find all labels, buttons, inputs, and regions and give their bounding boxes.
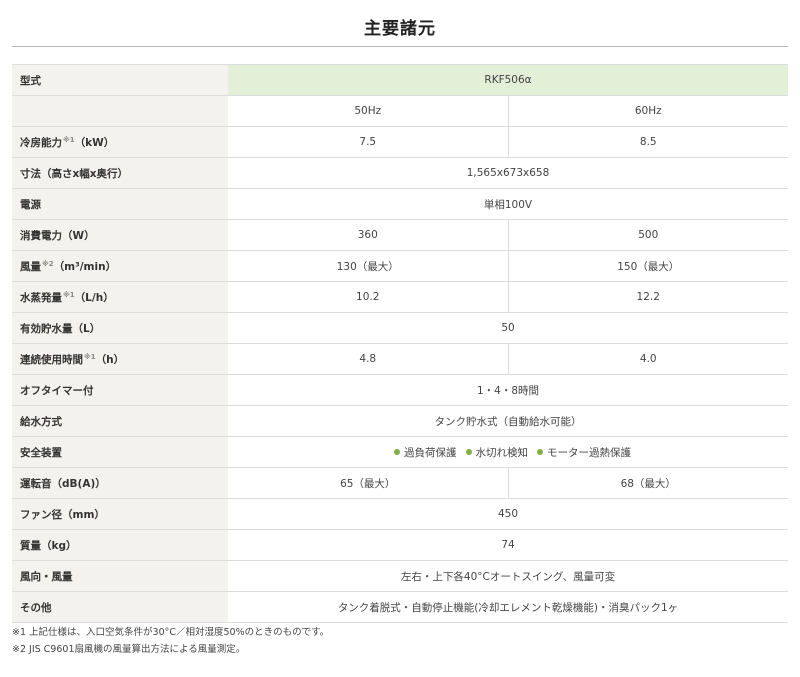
value-50hz: 65（最大） <box>228 467 509 499</box>
value-50hz: 7.5 <box>228 126 509 158</box>
table-row: 電源 単相100V <box>12 188 788 220</box>
value-60hz: 150（最大） <box>508 250 788 282</box>
table-row: ファン径（mm） 450 <box>12 498 788 530</box>
table-row: 質量（kg） 74 <box>12 529 788 561</box>
footnote-1: ※1 上記仕様は、入口空気条件が30°C／相対湿度50%のときのものです。 <box>12 627 330 638</box>
row-label: その他 <box>12 591 228 623</box>
row-label: 安全装置 <box>12 436 228 468</box>
row-label: 型式 <box>12 64 228 96</box>
table-row: 水蒸発量※1（L/h） 10.2 12.2 <box>12 281 788 313</box>
table-row-frequency: 50Hz 60Hz <box>12 95 788 127</box>
row-label: 給水方式 <box>12 405 228 437</box>
row-value: 450 <box>228 498 788 530</box>
bullet-icon <box>465 449 472 455</box>
row-label: 冷房能力※1（kW） <box>12 126 228 158</box>
table-row: 消費電力（W） 360 500 <box>12 219 788 251</box>
safety-item: モーター過熱保護 <box>547 446 631 459</box>
row-label: 寸法（高さx幅x奥行） <box>12 157 228 189</box>
row-label: 運転音（dB(A)） <box>12 467 228 499</box>
table-row: その他 タンク着脱式・自動停止機能(冷却エレメント乾燥機能)・消臭パック1ヶ <box>12 591 788 623</box>
model-name: RKF506α <box>228 64 788 96</box>
table-row: 風向・風量 左右・上下各40°Cオートスイング、風量可変 <box>12 560 788 592</box>
table-row: 有効貯水量（L） 50 <box>12 312 788 344</box>
row-value: 1・4・8時間 <box>228 374 788 406</box>
row-value: 単相100V <box>228 188 788 220</box>
bullet-icon <box>394 449 400 455</box>
footnotes: ※1 上記仕様は、入口空気条件が30°C／相対湿度50%のときのものです。 ※2… <box>12 624 329 658</box>
row-label-empty <box>12 95 228 127</box>
safety-item: 水切れ検知 <box>475 446 529 459</box>
value-50hz: 4.8 <box>228 343 509 375</box>
value-50hz: 130（最大） <box>228 250 509 282</box>
row-label: 質量（kg） <box>12 529 228 561</box>
freq-60hz: 60Hz <box>508 95 788 127</box>
value-60hz: 12.2 <box>508 281 788 313</box>
value-60hz: 500 <box>508 219 788 251</box>
table-row: オフタイマー付 1・4・8時間 <box>12 374 788 406</box>
footnote-marker: ※1 <box>63 290 75 299</box>
row-label: 連続使用時間※1（h） <box>12 343 228 375</box>
row-value: 1,565x673x658 <box>228 157 788 189</box>
safety-item: 過負荷保護 <box>404 446 457 459</box>
footnote-marker: ※1 <box>63 135 75 144</box>
spec-table: 型式 RKF506α 50Hz 60Hz 冷房能力※1（kW） 7.5 8.5 寸法（… <box>12 64 788 623</box>
bullet-icon <box>537 449 543 455</box>
footnote-marker: ※2 <box>42 259 54 268</box>
row-value: タンク着脱式・自動停止機能(冷却エレメント乾燥機能)・消臭パック1ヶ <box>228 591 788 623</box>
page-title: 主要諸元 <box>364 19 436 39</box>
row-label: 有効貯水量（L） <box>12 312 228 344</box>
freq-50hz: 50Hz <box>228 95 509 127</box>
table-row: 安全装置 過負荷保護 水切れ検知 モーター過熱保護 <box>12 436 788 468</box>
value-60hz: 8.5 <box>508 126 788 158</box>
row-label: 水蒸発量※1（L/h） <box>12 281 228 313</box>
table-row: 連続使用時間※1（h） 4.8 4.0 <box>12 343 788 375</box>
row-label: ファン径（mm） <box>12 498 228 530</box>
footnote-marker: ※1 <box>84 352 96 361</box>
title-divider <box>12 46 788 47</box>
row-label: 風向・風量 <box>12 560 228 592</box>
row-value: 左右・上下各40°Cオートスイング、風量可変 <box>228 560 788 592</box>
table-row-model: 型式 RKF506α <box>12 64 788 96</box>
row-value: タンク貯水式（自動給水可能） <box>228 405 788 437</box>
value-50hz: 360 <box>228 219 509 251</box>
row-value: 50 <box>228 312 788 344</box>
row-label: 風量※2（m³/min） <box>12 250 228 282</box>
row-label: 消費電力（W） <box>12 219 228 251</box>
table-row: 冷房能力※1（kW） 7.5 8.5 <box>12 126 788 158</box>
value-50hz: 10.2 <box>228 281 509 313</box>
table-row: 寸法（高さx幅x奥行） 1,565x673x658 <box>12 157 788 189</box>
table-row: 給水方式 タンク貯水式（自動給水可能） <box>12 405 788 437</box>
row-label: 電源 <box>12 188 228 220</box>
value-60hz: 68（最大） <box>508 467 788 499</box>
safety-items: 過負荷保護 水切れ検知 モーター過熱保護 <box>228 436 788 468</box>
table-row: 運転音（dB(A)） 65（最大） 68（最大） <box>12 467 788 499</box>
table-row: 風量※2（m³/min） 130（最大） 150（最大） <box>12 250 788 282</box>
value-60hz: 4.0 <box>508 343 788 375</box>
row-label: オフタイマー付 <box>12 374 228 406</box>
footnote-2: ※2 JIS C9601扇風機の風量算出方法による風量測定。 <box>12 644 246 655</box>
row-value: 74 <box>228 529 788 561</box>
